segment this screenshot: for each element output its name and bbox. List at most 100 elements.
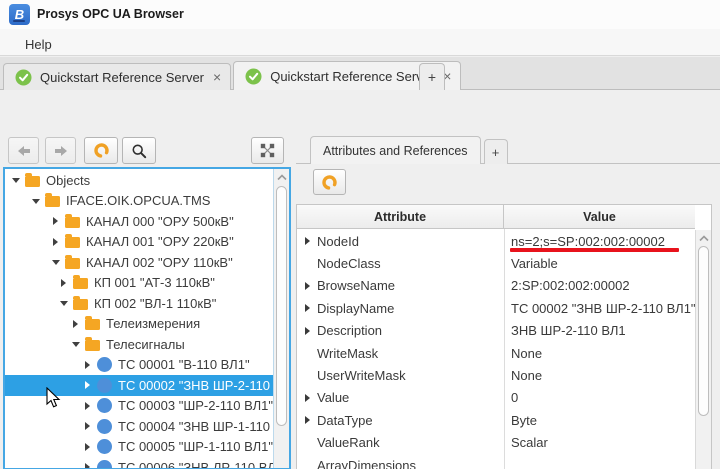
expander-icon[interactable] bbox=[83, 360, 97, 370]
attribute-value: ТС 00002 "ЗНВ ШР-2-110 ВЛ1" bbox=[511, 301, 695, 316]
tree-node[interactable]: ТС 00004 "ЗНВ ШР-1-110 В... bbox=[5, 416, 273, 437]
folder-icon bbox=[85, 340, 100, 351]
expander-icon[interactable] bbox=[51, 257, 65, 267]
arrow-right-icon bbox=[54, 144, 68, 158]
server-tab[interactable]: Quickstart Reference Server × bbox=[3, 63, 231, 90]
expander-icon[interactable] bbox=[11, 175, 25, 185]
prosys-opcua-browser-window: B Prosys OPC UA Browser Help Quickstart … bbox=[0, 0, 720, 469]
folder-icon bbox=[65, 217, 80, 228]
expander-icon[interactable] bbox=[83, 462, 97, 468]
attribute-name: BrowseName bbox=[317, 278, 497, 293]
tree-node[interactable]: ТС 00006 "ЗНВ ЛР-110 ВЛ1" bbox=[5, 457, 273, 468]
column-header-attribute[interactable]: Attribute bbox=[297, 205, 504, 228]
refresh-icon bbox=[93, 142, 110, 159]
tree-node[interactable]: КАНАЛ 000 "ОРУ 500кВ" bbox=[5, 211, 273, 232]
attribute-row[interactable]: Description ЗНВ ШР-2-110 ВЛ1 bbox=[297, 320, 695, 342]
expander-icon[interactable] bbox=[51, 237, 65, 247]
attribute-row[interactable]: NodeId ns=2;s=SP:002:002:00002 bbox=[297, 230, 695, 252]
expander-icon[interactable] bbox=[51, 216, 65, 226]
forward-button[interactable] bbox=[45, 137, 76, 164]
attribute-row[interactable]: BrowseName 2:SP:002:002:00002 bbox=[297, 275, 695, 297]
tree-node-label: КАНАЛ 000 "ОРУ 500кВ" bbox=[86, 214, 234, 229]
expander-icon[interactable] bbox=[303, 326, 317, 336]
variable-icon bbox=[97, 398, 112, 413]
add-view-tab-button[interactable]: + bbox=[484, 139, 508, 164]
tree-node[interactable]: ТС 00001 "В-110 ВЛ1" bbox=[5, 355, 273, 376]
tree-node[interactable]: IFACE.OIK.OPCUA.TMS bbox=[5, 191, 273, 212]
tree-node[interactable]: ТС 00005 "ШР-1-110 ВЛ1" bbox=[5, 437, 273, 458]
expander-icon[interactable] bbox=[71, 339, 85, 349]
tree-node[interactable]: КАНАЛ 001 "ОРУ 220кВ" bbox=[5, 232, 273, 253]
graph-view-button[interactable] bbox=[251, 137, 284, 164]
tree-node-label: КАНАЛ 002 "ОРУ 110кВ" bbox=[86, 255, 233, 270]
attribute-value: ns=2;s=SP:002:002:00002 bbox=[511, 234, 665, 249]
back-button[interactable] bbox=[8, 137, 39, 164]
close-icon[interactable]: × bbox=[213, 70, 221, 84]
expander-icon[interactable] bbox=[71, 319, 85, 329]
variable-icon bbox=[97, 378, 112, 393]
menu-help[interactable]: Help bbox=[21, 35, 56, 54]
expander-icon[interactable] bbox=[59, 278, 73, 288]
attributes-table: Attribute Value NodeId ns=2;s=SP:002:002… bbox=[296, 204, 712, 469]
attribute-row[interactable]: DataType Byte bbox=[297, 409, 695, 431]
expander-icon[interactable] bbox=[83, 401, 97, 411]
attribute-name: ArrayDimensions bbox=[317, 458, 497, 469]
tree-node-label: ТС 00003 "ШР-2-110 ВЛ1" bbox=[118, 398, 273, 413]
expander-icon[interactable] bbox=[83, 421, 97, 431]
attributes-scrollbar-thumb[interactable] bbox=[698, 246, 709, 416]
attribute-row[interactable]: NodeClass Variable bbox=[297, 252, 695, 274]
server-tab-label: Quickstart Reference Server bbox=[40, 70, 204, 85]
attribute-name: DataType bbox=[317, 413, 497, 428]
tree-node-label: IFACE.OIK.OPCUA.TMS bbox=[66, 193, 210, 208]
attribute-row[interactable]: WriteMask None bbox=[297, 342, 695, 364]
attribute-name: Value bbox=[317, 390, 497, 405]
column-header-value[interactable]: Value bbox=[504, 205, 695, 228]
tree-scrollbar-thumb[interactable] bbox=[276, 186, 287, 426]
expander-icon[interactable] bbox=[303, 415, 317, 425]
tree-scrollbar[interactable] bbox=[273, 169, 289, 468]
expander-icon[interactable] bbox=[303, 393, 317, 403]
tree-node[interactable]: Телеизмерения bbox=[5, 314, 273, 335]
folder-icon bbox=[73, 278, 88, 289]
attributes-refresh-button[interactable] bbox=[313, 169, 346, 195]
attributes-scrollbar[interactable] bbox=[695, 230, 711, 469]
refresh-button[interactable] bbox=[84, 137, 118, 164]
attribute-value: Scalar bbox=[511, 435, 548, 450]
tree-node[interactable]: Objects bbox=[5, 170, 273, 191]
expander-icon[interactable] bbox=[303, 303, 317, 313]
server-tabs: Quickstart Reference Server × Quickstart… bbox=[3, 61, 463, 90]
scroll-up-icon[interactable] bbox=[276, 171, 288, 183]
connection-bar: Running opc.tcp://10.0.0.82:62561 --- ur… bbox=[0, 90, 720, 128]
tree-node[interactable]: КП 001 "АТ-3 110кВ" bbox=[5, 273, 273, 294]
tree-node[interactable]: КП 002 "ВЛ-1 110кВ" bbox=[5, 293, 273, 314]
attribute-row[interactable]: DisplayName ТС 00002 "ЗНВ ШР-2-110 ВЛ1" bbox=[297, 297, 695, 319]
tree-node[interactable]: КАНАЛ 002 "ОРУ 110кВ" bbox=[5, 252, 273, 273]
expander-icon[interactable] bbox=[83, 380, 97, 390]
expander-icon[interactable] bbox=[31, 196, 45, 206]
tree-node-label: Телесигналы bbox=[106, 337, 185, 352]
app-logo-icon: B bbox=[9, 4, 30, 25]
attribute-name: NodeClass bbox=[317, 256, 497, 271]
address-space-tree-panel: Objects IFACE.OIK.OPCUA.TMS КАНАЛ 000 "О… bbox=[3, 167, 291, 469]
variable-icon bbox=[97, 439, 112, 454]
tab-attributes-and-references[interactable]: Attributes and References bbox=[310, 136, 481, 164]
expander-icon[interactable] bbox=[83, 442, 97, 452]
attribute-value: None bbox=[511, 346, 542, 361]
attributes-tabs: Attributes and References + bbox=[310, 136, 508, 164]
attribute-row[interactable]: Value 0 bbox=[297, 387, 695, 409]
scroll-up-icon[interactable] bbox=[698, 232, 710, 244]
tree-node-label: КАНАЛ 001 "ОРУ 220кВ" bbox=[86, 234, 234, 249]
attribute-row[interactable]: UserWriteMask None bbox=[297, 364, 695, 386]
address-space-tree: Objects IFACE.OIK.OPCUA.TMS КАНАЛ 000 "О… bbox=[5, 170, 273, 468]
expander-icon[interactable] bbox=[303, 236, 317, 246]
attribute-row[interactable]: ValueRank Scalar bbox=[297, 432, 695, 454]
tree-node[interactable]: Телесигналы bbox=[5, 334, 273, 355]
node-graph-icon bbox=[260, 143, 275, 158]
search-button[interactable] bbox=[122, 137, 156, 164]
attribute-row[interactable]: ArrayDimensions bbox=[297, 454, 695, 469]
variable-icon bbox=[97, 419, 112, 434]
folder-icon bbox=[25, 176, 40, 187]
expander-icon[interactable] bbox=[59, 298, 73, 308]
expander-icon[interactable] bbox=[303, 281, 317, 291]
add-server-tab-button[interactable]: + bbox=[419, 63, 445, 90]
